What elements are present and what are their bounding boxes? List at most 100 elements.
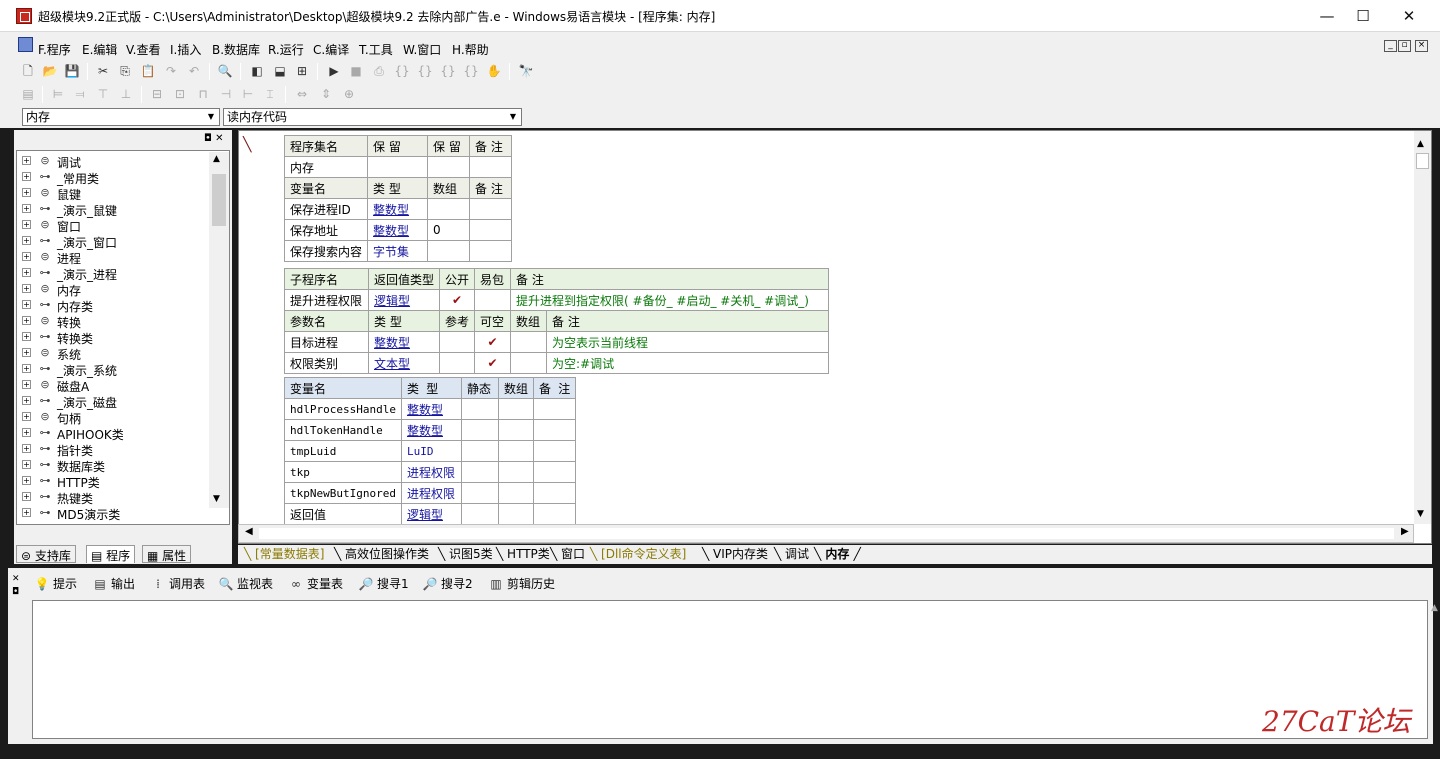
tree-item[interactable]: + ⊶ _演示_窗口: [17, 233, 207, 250]
new-file-icon[interactable]: 🗋: [20, 63, 36, 79]
table-row[interactable]: 提升进程权限 逻辑型 ✔ 提升进程到指定权限( #备份_ #启动_ #关机_ #…: [284, 289, 830, 311]
mdi-close-icon[interactable]: ×: [1415, 40, 1428, 52]
cell[interactable]: [427, 156, 471, 178]
same-height-icon[interactable]: ⊓: [195, 86, 211, 102]
assembly-name[interactable]: 内存: [283, 156, 369, 178]
var-type[interactable]: 进程权限: [400, 461, 462, 483]
var-name[interactable]: 保存进程ID: [283, 198, 369, 220]
close-button[interactable]: ✕: [1386, 0, 1432, 31]
menu-help[interactable]: H.帮助: [452, 41, 489, 58]
copy-icon[interactable]: ⎘: [117, 63, 133, 79]
mdi-minimize-icon[interactable]: _: [1384, 40, 1397, 52]
same-size-icon[interactable]: ⊢: [240, 86, 256, 102]
tree-item[interactable]: + ⊶ APIHOOK类: [17, 425, 207, 442]
stop-icon[interactable]: ■: [348, 63, 364, 79]
tab-program[interactable]: ▤ 程序: [86, 545, 136, 563]
expand-icon[interactable]: +: [22, 332, 31, 341]
expand-icon[interactable]: +: [22, 156, 31, 165]
menu-insert[interactable]: I.插入: [170, 41, 201, 58]
expand-icon[interactable]: +: [22, 444, 31, 453]
cell[interactable]: [460, 398, 499, 420]
check-icon[interactable]: ✔: [439, 289, 476, 311]
tab-hint[interactable]: 💡 提示: [34, 575, 78, 595]
param-remark[interactable]: 为空表示当前线程: [546, 331, 830, 353]
table-row[interactable]: 权限类别 文本型 ✔ 为空:#调试: [284, 352, 830, 374]
var-array[interactable]: 0: [427, 219, 471, 241]
find-icon[interactable]: 🔍: [217, 63, 233, 79]
tab-recognize[interactable]: ╲ 识图5类: [438, 546, 493, 563]
step-into-icon[interactable]: {}: [394, 63, 410, 79]
center-h-icon[interactable]: ⊟: [149, 86, 165, 102]
tab-bitmap[interactable]: ╲ 高效位图操作类: [334, 546, 429, 563]
tree-item[interactable]: + ⊶ _常用类: [17, 169, 207, 186]
menu-program[interactable]: F.程序: [38, 41, 71, 58]
chevron-down-icon[interactable]: ▼: [204, 110, 218, 124]
tree-item[interactable]: + ⊶ 内存类: [17, 297, 207, 314]
redo-icon[interactable]: ↷: [163, 63, 179, 79]
scroll-down-icon[interactable]: ▼: [213, 494, 220, 504]
param-name[interactable]: 权限类别: [284, 352, 369, 374]
param-type[interactable]: 整数型: [367, 331, 441, 353]
param-name[interactable]: 目标进程: [284, 331, 369, 353]
param-type[interactable]: 文本型: [367, 352, 441, 374]
chevron-down-icon[interactable]: ▼: [506, 110, 520, 124]
var-name[interactable]: 保存地址: [283, 219, 369, 241]
var-type[interactable]: 整数型: [400, 398, 462, 420]
var-remark[interactable]: [469, 240, 513, 262]
tree-item[interactable]: + ⊶ 指针类: [17, 441, 207, 458]
cell[interactable]: [532, 461, 577, 483]
cell[interactable]: [460, 440, 499, 462]
tab-dll[interactable]: ╲ [Dll命令定义表]: [590, 546, 686, 563]
step-out-icon[interactable]: {}: [440, 63, 456, 79]
menu-view[interactable]: V.查看: [126, 41, 160, 58]
tree-item[interactable]: + ⊜ 调试: [17, 153, 207, 170]
cell[interactable]: [460, 461, 499, 483]
form-icon[interactable]: ▤: [20, 86, 36, 102]
cell[interactable]: [497, 419, 534, 441]
table-row[interactable]: tkp 进程权限: [284, 461, 577, 483]
tree-item[interactable]: + ⊜ 系统: [17, 345, 207, 362]
editor-hscrollbar[interactable]: ◀ ▶: [238, 524, 1414, 543]
var-name[interactable]: tkp: [284, 461, 402, 483]
expand-icon[interactable]: +: [22, 300, 31, 309]
cell[interactable]: [532, 419, 577, 441]
expand-icon[interactable]: +: [22, 492, 31, 501]
table-row[interactable]: tkpNewButIgnored 进程权限: [284, 482, 577, 504]
tab-debug[interactable]: ╲ 调试: [774, 546, 809, 563]
tab-variables[interactable]: ∞ 变量表: [288, 575, 343, 595]
v-equal-icon[interactable]: ⇕: [318, 86, 334, 102]
align-bottom-icon[interactable]: ⊥: [118, 86, 134, 102]
var-remark[interactable]: [469, 198, 513, 220]
table-row[interactable]: hdlProcessHandle 整数型: [284, 398, 577, 420]
tree-scrollbar[interactable]: ▲ ▼: [209, 152, 229, 508]
cell[interactable]: [497, 440, 534, 462]
check-icon[interactable]: ✔: [474, 331, 512, 353]
param-ref[interactable]: [439, 352, 476, 374]
param-remark[interactable]: 为空:#调试: [546, 352, 830, 374]
tab-constants[interactable]: ╲ [常量数据表]: [244, 546, 324, 563]
expand-icon[interactable]: +: [22, 316, 31, 325]
tree-item[interactable]: + ⊶ _演示_系统: [17, 361, 207, 378]
var-name[interactable]: hdlTokenHandle: [284, 419, 402, 441]
expand-icon[interactable]: +: [22, 172, 31, 181]
output-area[interactable]: ▲: [32, 600, 1438, 739]
menu-run[interactable]: R.运行: [268, 41, 304, 58]
menu-tools[interactable]: T.工具: [359, 41, 393, 58]
table-row[interactable]: tmpLuid LuID: [284, 440, 577, 462]
same-width-icon[interactable]: ⊣: [218, 86, 234, 102]
expand-icon[interactable]: +: [22, 476, 31, 485]
space-v-icon[interactable]: ⌶: [262, 86, 278, 102]
table-row[interactable]: 保存搜索内容 字节集: [283, 240, 513, 262]
tab-output[interactable]: ▤ 输出: [92, 575, 135, 595]
menu-compile[interactable]: C.编译: [313, 41, 349, 58]
expand-icon[interactable]: +: [22, 252, 31, 261]
var-name[interactable]: 保存搜索内容: [283, 240, 369, 262]
check-icon[interactable]: ✔: [474, 352, 512, 374]
scroll-up-icon[interactable]: ▲: [1431, 603, 1438, 613]
code-editor[interactable]: ╲ 程序集名 保 留 保 留 备 注 内存 变量名 类 型 数组 备 注 保存进…: [238, 130, 1432, 544]
tab-call-table[interactable]: ⁞ 调用表: [150, 575, 205, 595]
tree-item[interactable]: + ⊶ MD5演示类: [17, 505, 207, 522]
expand-icon[interactable]: +: [22, 220, 31, 229]
paste-icon[interactable]: 📋: [140, 63, 156, 79]
expand-icon[interactable]: +: [22, 204, 31, 213]
